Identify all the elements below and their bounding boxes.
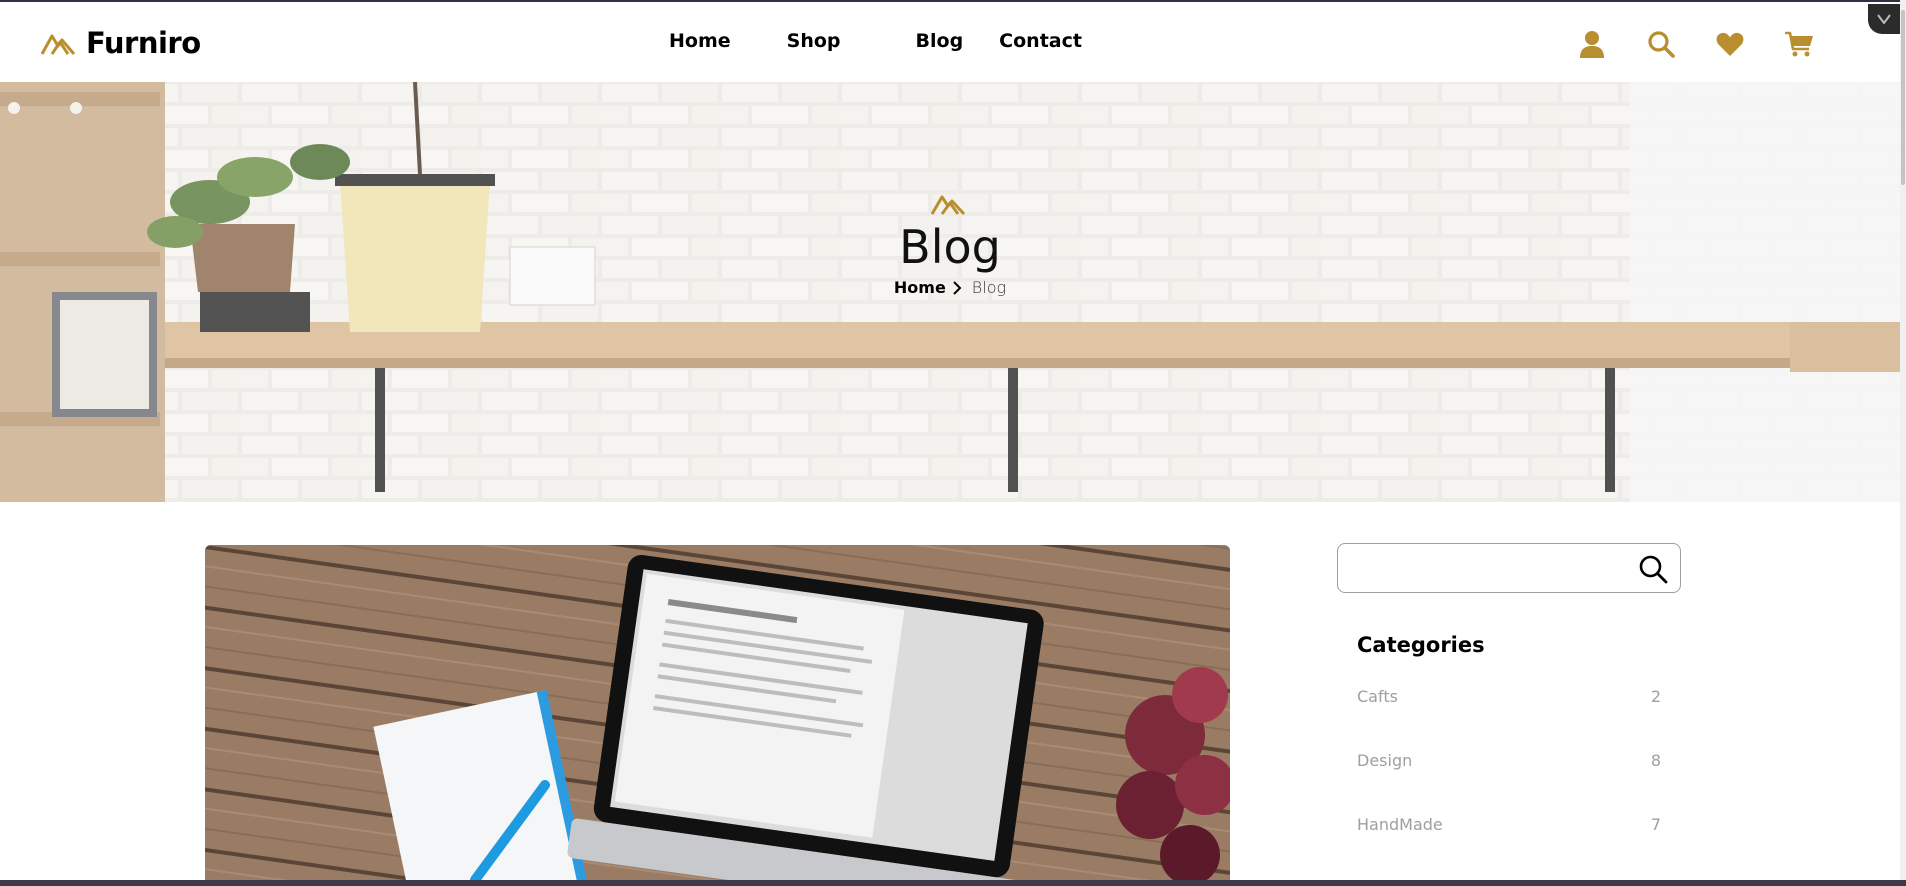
category-name: HandMade	[1357, 815, 1443, 834]
sidebar-search	[1337, 543, 1681, 593]
site-header: Furniro Home Shop Blog Contact	[0, 0, 1900, 82]
nav-contact[interactable]: Contact	[999, 30, 1082, 52]
category-count: 7	[1650, 815, 1661, 834]
cart-button[interactable]	[1783, 28, 1814, 59]
hero-content: Blog Home Blog	[0, 192, 1900, 297]
cart-icon	[1784, 31, 1813, 56]
category-item[interactable]: Design 8	[1337, 751, 1681, 815]
search-icon	[1647, 30, 1675, 58]
main-nav: Home Shop Blog Contact	[669, 30, 1082, 52]
taskbar-edge	[0, 880, 1906, 886]
logo-mark-icon	[40, 34, 76, 55]
category-count: 8	[1650, 751, 1661, 770]
logo-mark-icon	[930, 195, 966, 216]
nav-shop[interactable]: Shop	[787, 30, 841, 52]
header-actions	[1576, 28, 1814, 59]
page-scrollbar[interactable]	[1900, 0, 1906, 886]
logo-text: Furniro	[86, 26, 201, 60]
user-icon	[1579, 30, 1604, 58]
search-button[interactable]	[1645, 28, 1676, 59]
chevron-down-icon	[1877, 14, 1891, 24]
categories-heading: Categories	[1357, 633, 1485, 657]
browser-extension-badge[interactable]	[1868, 4, 1900, 34]
category-count: 2	[1650, 687, 1661, 706]
hero-banner: Blog Home Blog	[0, 82, 1900, 502]
search-icon[interactable]	[1638, 554, 1668, 584]
category-name: Design	[1357, 751, 1413, 770]
wishlist-button[interactable]	[1714, 28, 1745, 59]
laptop-desk-photo	[205, 545, 1230, 880]
breadcrumb: Home Blog	[0, 278, 1900, 297]
nav-blog[interactable]: Blog	[916, 30, 964, 52]
category-item[interactable]: HandMade 7	[1337, 815, 1681, 879]
account-button[interactable]	[1576, 28, 1607, 59]
categories-list: Cafts 2 Design 8 HandMade 7	[1337, 687, 1681, 879]
page-title: Blog	[899, 220, 1001, 274]
search-input[interactable]	[1352, 544, 1632, 590]
heart-icon	[1716, 32, 1743, 56]
nav-home[interactable]: Home	[669, 30, 731, 52]
chevron-right-icon	[953, 280, 962, 295]
category-name: Cafts	[1357, 687, 1398, 706]
scrollbar-thumb[interactable]	[1901, 10, 1905, 185]
blog-post-image[interactable]	[205, 545, 1230, 880]
category-item[interactable]: Cafts 2	[1337, 687, 1681, 751]
blog-sidebar: Categories Cafts 2 Design 8 HandMade 7	[1337, 543, 1681, 879]
breadcrumb-home-link[interactable]: Home	[894, 278, 946, 297]
breadcrumb-current: Blog	[971, 278, 1007, 297]
logo[interactable]: Furniro	[40, 26, 201, 60]
